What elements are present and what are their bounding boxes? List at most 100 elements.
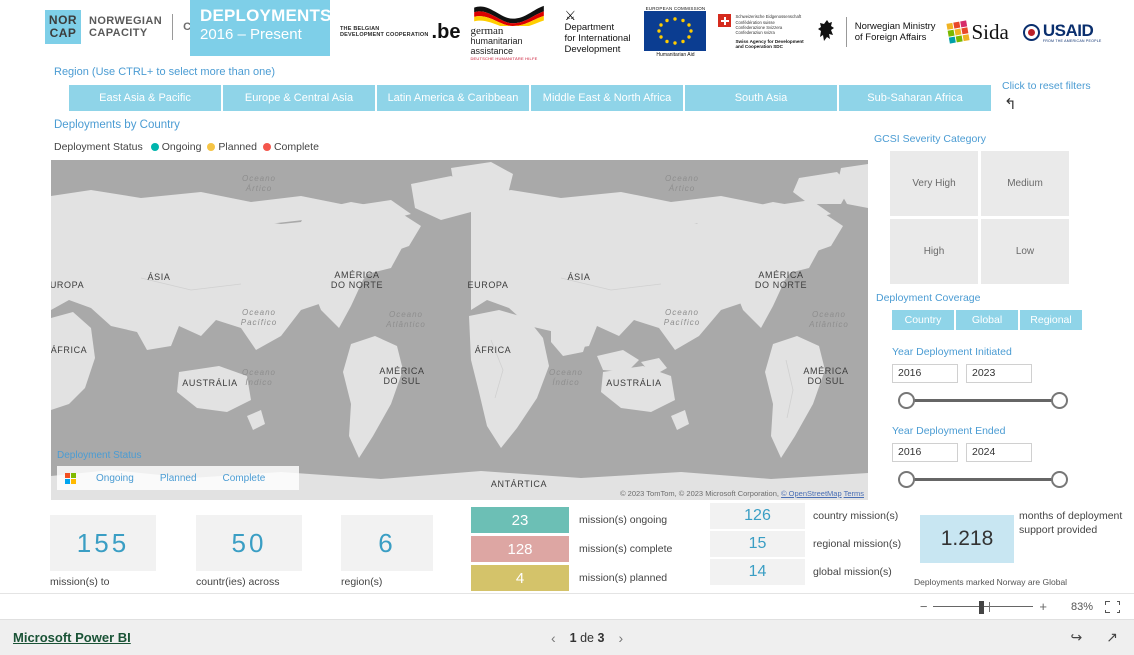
page-title-line2: 2016 – Present <box>200 26 302 43</box>
deployment-coverage-slicer[interactable]: Country Global Regional <box>892 310 1084 330</box>
previous-page-button[interactable]: ‹ <box>551 630 556 646</box>
year-ended-slicer[interactable]: Year Deployment Ended 2016 2024 <box>892 425 1092 489</box>
ec-bottom-label: Humanitarian Aid <box>656 52 695 58</box>
region-slicer[interactable]: East Asia & Pacific Europe & Central Asi… <box>69 85 993 111</box>
map-visual-title: Deployments by Country <box>54 119 180 131</box>
terms-link[interactable]: Terms <box>844 489 864 498</box>
gcsi-option-low[interactable]: Low <box>981 219 1069 284</box>
gcsi-option-medium[interactable]: Medium <box>981 151 1069 216</box>
map-label-africa-right: ÁFRICA <box>474 345 512 355</box>
map-status-option-planned[interactable]: Planned <box>160 473 197 484</box>
map-label-australia-right: AUSTRÁLIA <box>606 378 662 388</box>
mission-type-global: 14 global mission(s) <box>710 559 901 585</box>
year-initiated-max-handle[interactable] <box>1051 392 1068 409</box>
year-ended-min-input[interactable]: 2016 <box>892 443 958 462</box>
zoom-slider[interactable] <box>933 600 1034 614</box>
map-status-slicer[interactable]: Ongoing Planned Complete <box>57 466 300 490</box>
german-sub: DEUTSCHE HUMANITÄRE HILFE <box>470 55 538 61</box>
months-of-support-value: 1.218 <box>920 515 1014 563</box>
legend-dot-ongoing <box>150 143 159 151</box>
norcap-name: NORWEGIAN CAPACITY <box>89 15 162 39</box>
year-ended-range-track[interactable] <box>892 471 1068 489</box>
map-status-option-complete[interactable]: Complete <box>223 473 266 484</box>
region-button-latin-america-caribbean[interactable]: Latin America & Caribbean <box>377 85 529 111</box>
months-of-support-caption: months of deployment support provided <box>1019 510 1123 536</box>
coverage-option-global[interactable]: Global <box>956 310 1018 330</box>
next-page-button[interactable]: › <box>618 630 623 646</box>
gcsi-slicer-label: GCSI Severity Category <box>874 133 987 145</box>
page-navigation: ‹ 1 de 3 › <box>537 630 637 646</box>
swiss-agency-line2: and Cooperation SDC <box>735 44 783 50</box>
belgian-development-cooperation-logo: THE BELGIAN DEVELOPMENT COOPERATION .be <box>340 22 460 42</box>
year-initiated-slicer[interactable]: Year Deployment Initiated 2016 2023 <box>892 346 1092 410</box>
year-ended-max-input[interactable]: 2024 <box>966 443 1032 462</box>
reset-filters-control[interactable]: Click to reset filters ↰ <box>1002 80 1112 114</box>
page-indicator: 1 de 3 <box>570 631 605 645</box>
world-map-visual[interactable]: Oceano Ártico Oceano Ártico UROPA ÁSIA AMÉ… <box>51 160 868 500</box>
sida-mark-icon <box>945 20 970 44</box>
gcsi-option-high[interactable]: High <box>890 219 978 284</box>
map-label-south-america-right: AMÉRICA DO SUL <box>803 366 849 386</box>
share-icon[interactable]: ↪ <box>1071 629 1083 646</box>
mission-value-country: 126 <box>710 503 805 529</box>
german-line2: humanitarian <box>470 35 523 46</box>
map-label-pacific-ocean-right: Oceano Pacífico <box>663 308 701 327</box>
mission-label-regional: regional mission(s) <box>813 538 902 550</box>
gcsi-severity-slicer[interactable]: Very High Medium High Low <box>890 151 1069 284</box>
german-line3: assistance <box>470 45 513 56</box>
legend-item-planned[interactable]: Planned <box>207 141 257 153</box>
status-stat-planned: 4 mission(s) planned <box>471 565 672 591</box>
norcap-logo-line2: CAP <box>49 26 77 40</box>
map-status-option-ongoing[interactable]: Ongoing <box>96 473 134 484</box>
year-initiated-range-track[interactable] <box>892 392 1068 410</box>
region-button-east-asia-pacific[interactable]: East Asia & Pacific <box>69 85 221 111</box>
report-header: NOR CAP NORWEGIAN CAPACITY CASHCAP DEPLO… <box>0 0 1134 62</box>
world-map-landmasses <box>51 160 868 500</box>
region-slicer-label: Region (Use CTRL+ to select more than on… <box>54 66 276 78</box>
legend-item-ongoing[interactable]: Ongoing <box>150 141 201 153</box>
region-button-south-asia[interactable]: South Asia <box>685 85 837 111</box>
year-initiated-label: Year Deployment Initiated <box>892 346 1012 358</box>
page-current: 1 <box>569 630 577 645</box>
zoom-in-button[interactable]: + <box>1039 600 1047 613</box>
year-initiated-range-bar <box>900 399 1060 402</box>
kpi-caption-missions: mission(s) to <box>50 576 110 588</box>
coverage-option-country[interactable]: Country <box>892 310 954 330</box>
legend-item-complete[interactable]: Complete <box>262 141 319 153</box>
eu-flag-icon <box>644 11 707 51</box>
european-commission-logo: EUROPEAN COMMISSION Humanitarian Aid <box>644 6 707 58</box>
power-bi-brand-link[interactable]: Microsoft Power BI <box>13 630 131 645</box>
kpi-value-regions: 6 <box>378 527 396 558</box>
map-label-atlantic-ocean-left: Oceano Atlântico <box>386 310 426 329</box>
region-button-middle-east-north-africa[interactable]: Middle East & North Africa <box>531 85 683 111</box>
coverage-option-regional[interactable]: Regional <box>1020 310 1082 330</box>
coverage-slicer-label: Deployment Coverage <box>876 292 981 304</box>
year-initiated-min-handle[interactable] <box>898 392 915 409</box>
region-button-sub-saharan-africa[interactable]: Sub-Saharan Africa <box>839 85 991 111</box>
openstreetmap-link[interactable]: © OpenStreetMap <box>781 489 842 498</box>
zoom-slider-thumb[interactable] <box>979 600 985 614</box>
map-label-north-america-right: AMÉRICA DO NORTE <box>754 270 808 290</box>
zoom-out-button[interactable]: − <box>920 600 928 613</box>
fit-to-page-icon[interactable] <box>1105 600 1122 615</box>
report-footer: Microsoft Power BI ‹ 1 de 3 › ↪ ↗ <box>0 620 1134 655</box>
year-initiated-max-input[interactable]: 2023 <box>966 364 1032 383</box>
reset-arrow-icon[interactable]: ↰ <box>1004 95 1017 113</box>
mfa-line2: of Foreign Affairs <box>854 32 927 43</box>
gcsi-option-very-high[interactable]: Very High <box>890 151 978 216</box>
region-button-europe-central-asia[interactable]: Europe & Central Asia <box>223 85 375 111</box>
status-label-ongoing: mission(s) ongoing <box>579 514 668 526</box>
map-label-indian-ocean-right: Oceano Índico <box>548 368 584 387</box>
year-ended-min-handle[interactable] <box>898 471 915 488</box>
map-label-south-america-left: AMÉRICA DO SUL <box>379 366 425 386</box>
map-attribution-text: © 2023 TomTom, © 2023 Microsoft Corporat… <box>620 489 779 498</box>
mfa-line1: Norwegian Ministry <box>854 20 936 32</box>
map-label-europa-right: EUROPA <box>467 280 509 290</box>
usaid-seal-icon <box>1022 23 1040 41</box>
dfid-logo: ⚔ Department for International Developme… <box>564 9 630 55</box>
year-ended-max-handle[interactable] <box>1051 471 1068 488</box>
fullscreen-icon[interactable]: ↗ <box>1106 629 1118 646</box>
kpi-card-countries: 50 <box>196 515 302 571</box>
map-status-slicer-label: Deployment Status <box>57 450 142 461</box>
year-initiated-min-input[interactable]: 2016 <box>892 364 958 383</box>
